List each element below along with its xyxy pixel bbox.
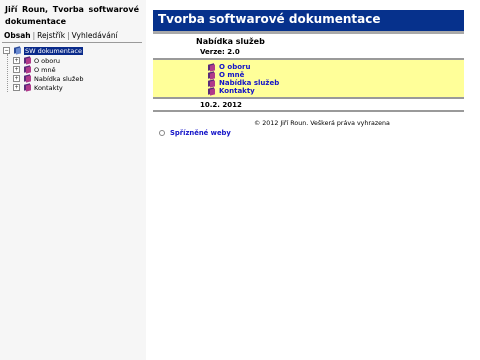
book-icon: [13, 46, 21, 55]
tab-search[interactable]: Vyhledávání: [72, 31, 118, 40]
tree-node-label[interactable]: Kontakty: [34, 84, 63, 92]
book-icon: [207, 78, 215, 88]
topic-menu: O oboru O mně Nabídka služeb Kontakty: [153, 60, 464, 97]
related-sites-link[interactable]: Spřízněné weby: [159, 129, 231, 137]
tree-node-label[interactable]: SW dokumentace: [24, 46, 83, 55]
tree-guide-line: [7, 54, 8, 92]
tree-node-label[interactable]: Nabídka služeb: [34, 75, 83, 83]
related-sites-label[interactable]: Spřízněné weby: [170, 129, 231, 137]
tree-node-kontakty[interactable]: + Kontakty: [13, 83, 63, 92]
tab-contents[interactable]: Obsah: [4, 31, 31, 40]
menu-link-o-mne[interactable]: O mně: [207, 70, 244, 80]
bullet-icon: [159, 130, 165, 136]
tree-node-o-oboru[interactable]: + O oboru: [13, 56, 60, 65]
expand-icon[interactable]: +: [13, 57, 20, 64]
help-title: Jiří Roun, Tvorba softwarové dokumentace: [5, 5, 139, 26]
tab-index[interactable]: Rejstřík: [37, 31, 65, 40]
menu-link-kontakty[interactable]: Kontakty: [207, 86, 255, 96]
divider: [153, 97, 464, 99]
menu-link-label[interactable]: O oboru: [219, 63, 250, 71]
book-icon: [23, 83, 31, 92]
help-navigation-pane: Jiří Roun, Tvorba softwarové dokumentace…: [0, 0, 146, 360]
book-icon: [207, 86, 215, 96]
page-header-title: Tvorba softwarové dokumentace: [158, 12, 381, 26]
collapse-icon[interactable]: −: [3, 47, 10, 54]
tree-node-o-mne[interactable]: + O mně: [13, 65, 56, 74]
menu-link-o-oboru[interactable]: O oboru: [207, 62, 250, 72]
tree-node-label[interactable]: O mně: [34, 66, 56, 74]
book-icon: [207, 70, 215, 80]
book-icon: [23, 56, 31, 65]
menu-link-label[interactable]: O mně: [219, 71, 244, 79]
menu-link-label[interactable]: Kontakty: [219, 87, 255, 95]
version-label: Verze: 2.0: [200, 48, 240, 56]
expand-icon[interactable]: +: [13, 84, 20, 91]
copyright-notice: © 2012 Jiří Roun. Veškerá práva vyhrazen…: [254, 120, 390, 127]
page-title: Nabídka služeb: [196, 37, 265, 46]
expand-icon[interactable]: +: [13, 75, 20, 82]
page-header-banner: Tvorba softwarové dokumentace: [153, 10, 464, 34]
book-icon: [207, 62, 215, 72]
book-icon: [23, 65, 31, 74]
tree-node-root[interactable]: − SW dokumentace: [3, 46, 83, 55]
expand-icon[interactable]: +: [13, 66, 20, 73]
book-icon: [23, 74, 31, 83]
menu-link-nabidka-sluzeb[interactable]: Nabídka služeb: [207, 78, 279, 88]
divider: [153, 110, 464, 112]
tree-node-nabidka-sluzeb[interactable]: + Nabídka služeb: [13, 74, 83, 83]
tree-node-label[interactable]: O oboru: [34, 57, 60, 65]
date-label: 10.2. 2012: [200, 101, 242, 109]
menu-link-label[interactable]: Nabídka služeb: [219, 79, 279, 87]
divider: [2, 42, 142, 43]
navigation-tabs: Obsah | Rejstřík | Vyhledávání: [4, 31, 118, 40]
